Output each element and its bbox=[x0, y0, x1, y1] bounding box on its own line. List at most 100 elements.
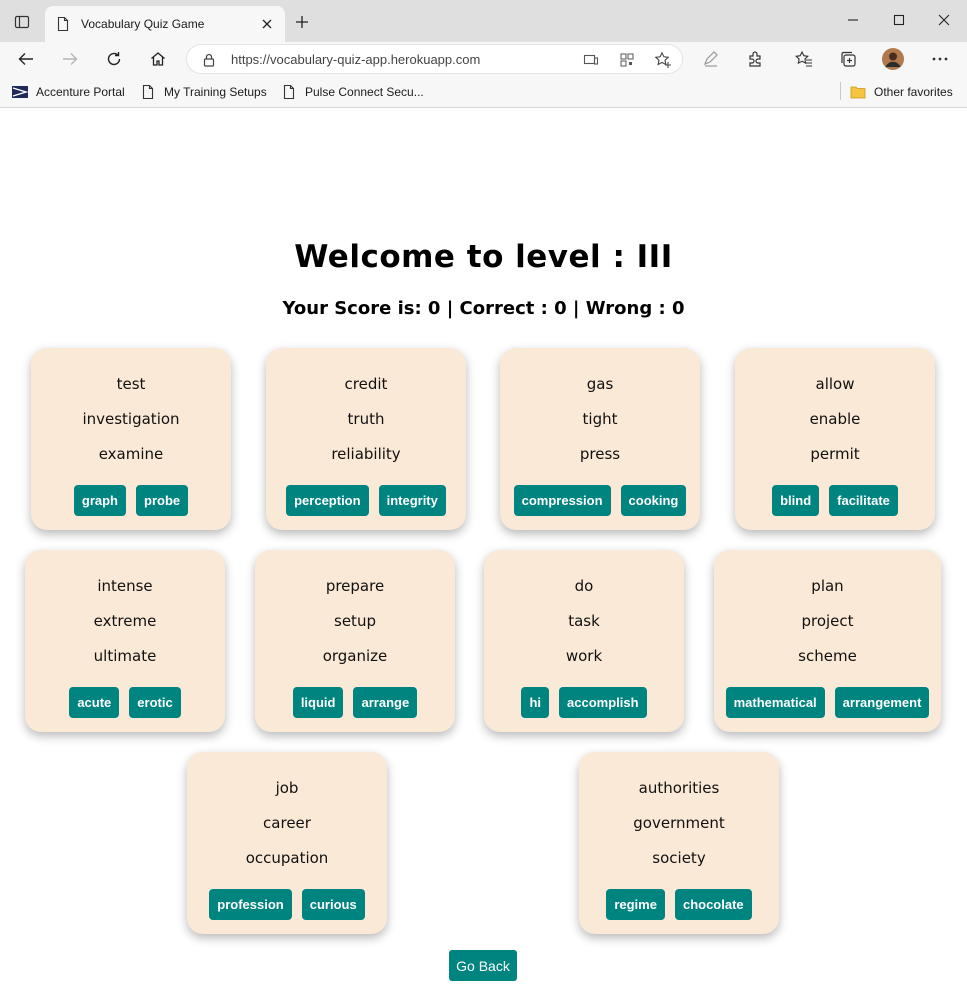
add-favorite-icon[interactable] bbox=[654, 51, 672, 69]
quiz-card: gas tight press compression cooking bbox=[500, 348, 700, 530]
answer-option-button[interactable]: chocolate bbox=[674, 889, 752, 920]
card-word: do bbox=[574, 577, 594, 595]
answer-option-button[interactable]: perception bbox=[286, 485, 369, 516]
tab-actions-icon[interactable] bbox=[8, 10, 36, 34]
pen-icon[interactable] bbox=[699, 47, 723, 71]
bookmark-my-training-setups[interactable]: My Training Setups bbox=[140, 83, 267, 101]
quiz-card: job career occupation profession curious bbox=[187, 752, 387, 934]
card-word: gas bbox=[586, 375, 614, 393]
extensions-icon[interactable] bbox=[743, 47, 767, 71]
card-options: liquid arrange bbox=[255, 687, 455, 718]
card-word: tight bbox=[582, 410, 618, 428]
answer-option-button[interactable]: probe bbox=[136, 485, 189, 516]
quiz-card: credit truth reliability perception integrit… bbox=[266, 348, 466, 530]
card-word: ultimate bbox=[93, 647, 157, 665]
bookmark-pulse-connect[interactable]: Pulse Connect Secu... bbox=[281, 83, 424, 101]
minimize-icon[interactable] bbox=[830, 8, 876, 32]
card-word: plan bbox=[811, 577, 844, 595]
card-options: graph probe bbox=[31, 485, 231, 516]
browser-tab[interactable]: Vocabulary Quiz Game bbox=[45, 6, 285, 42]
card-options: acute erotic bbox=[25, 687, 225, 718]
answer-option-button[interactable]: mathematical bbox=[725, 687, 825, 718]
quiz-card: prepare setup organize liquid arrange bbox=[255, 550, 455, 732]
card-word: task bbox=[568, 612, 600, 630]
page-icon bbox=[55, 16, 71, 32]
card-word: extreme bbox=[93, 612, 157, 630]
navigation-bar: https://vocabulary-quiz-app.herokuapp.co… bbox=[0, 42, 967, 76]
more-menu-icon[interactable] bbox=[928, 47, 952, 71]
card-word: occupation bbox=[245, 849, 329, 867]
card-word: examine bbox=[98, 445, 164, 463]
card-word: authorities bbox=[638, 779, 720, 797]
refresh-icon[interactable] bbox=[102, 47, 126, 71]
bookmark-label: Pulse Connect Secu... bbox=[305, 85, 424, 99]
forward-icon[interactable] bbox=[58, 47, 82, 71]
folder-icon bbox=[850, 84, 866, 100]
quiz-card: allow enable permit blind facilitate bbox=[735, 348, 935, 530]
bookmark-label: My Training Setups bbox=[164, 85, 267, 99]
card-options: compression cooking bbox=[500, 485, 700, 516]
read-aloud-icon[interactable] bbox=[582, 51, 600, 69]
card-word: reliability bbox=[331, 445, 401, 463]
card-word: press bbox=[579, 445, 621, 463]
answer-option-button[interactable]: compression bbox=[513, 485, 611, 516]
quiz-card: plan project scheme mathematical arrangement bbox=[714, 550, 941, 732]
page-icon bbox=[281, 84, 297, 100]
score-line: Your Score is: 0 | Correct : 0 | Wrong :… bbox=[282, 298, 685, 319]
answer-option-button[interactable]: curious bbox=[301, 889, 365, 920]
answer-option-button[interactable]: liquid bbox=[292, 687, 344, 718]
answer-option-button[interactable]: hi bbox=[521, 687, 550, 718]
collections-icon[interactable] bbox=[836, 47, 860, 71]
answer-option-button[interactable]: profession bbox=[209, 889, 292, 920]
quiz-card: authorities government society regime chocol… bbox=[579, 752, 779, 934]
card-word: permit bbox=[810, 445, 860, 463]
card-word: intense bbox=[97, 577, 153, 595]
answer-option-button[interactable]: graph bbox=[73, 485, 126, 516]
answer-option-button[interactable]: acute bbox=[69, 687, 120, 718]
lock-icon[interactable] bbox=[201, 52, 217, 68]
bookmark-accenture-portal[interactable]: Accenture Portal bbox=[12, 83, 125, 101]
url-text[interactable]: https://vocabulary-quiz-app.herokuapp.co… bbox=[231, 52, 480, 67]
answer-option-button[interactable]: arrange bbox=[353, 687, 418, 718]
answer-option-button[interactable]: erotic bbox=[129, 687, 181, 718]
card-word: enable bbox=[809, 410, 861, 428]
accenture-logo-icon bbox=[12, 84, 28, 100]
card-word: truth bbox=[347, 410, 385, 428]
home-icon[interactable] bbox=[146, 47, 170, 71]
answer-option-button[interactable]: accomplish bbox=[559, 687, 647, 718]
close-window-icon[interactable] bbox=[921, 8, 967, 32]
quiz-page: Welcome to level : III Your Score is: 0 … bbox=[0, 109, 967, 1008]
card-word: investigation bbox=[82, 410, 180, 428]
card-word: job bbox=[275, 779, 299, 797]
card-options: regime chocolate bbox=[579, 889, 779, 920]
go-back-button[interactable]: Go Back bbox=[449, 950, 517, 981]
answer-option-button[interactable]: arrangement bbox=[834, 687, 930, 718]
answer-option-button[interactable]: facilitate bbox=[829, 485, 898, 516]
tab-bar: Vocabulary Quiz Game bbox=[0, 0, 967, 42]
quiz-card: do task work hi accomplish bbox=[484, 550, 684, 732]
page-title: Welcome to level : III bbox=[294, 239, 673, 275]
card-options: perception integrity bbox=[266, 485, 466, 516]
bookmarks-divider bbox=[840, 82, 841, 100]
answer-option-button[interactable]: integrity bbox=[378, 485, 446, 516]
answer-option-button[interactable]: blind bbox=[772, 485, 820, 516]
page-icon bbox=[140, 84, 156, 100]
tab-title: Vocabulary Quiz Game bbox=[81, 17, 205, 31]
address-bar[interactable]: https://vocabulary-quiz-app.herokuapp.co… bbox=[186, 44, 683, 74]
new-tab-icon[interactable] bbox=[292, 12, 312, 32]
answer-option-button[interactable]: cooking bbox=[620, 485, 687, 516]
card-options: mathematical arrangement bbox=[714, 687, 941, 718]
answer-option-button[interactable]: regime bbox=[606, 889, 665, 920]
back-icon[interactable] bbox=[14, 47, 38, 71]
qr-code-icon[interactable] bbox=[618, 51, 636, 69]
close-tab-icon[interactable] bbox=[259, 16, 275, 32]
card-word: organize bbox=[322, 647, 388, 665]
bookmark-label: Other favorites bbox=[874, 85, 953, 99]
card-word: scheme bbox=[798, 647, 857, 665]
card-word: prepare bbox=[325, 577, 385, 595]
favorites-icon[interactable] bbox=[792, 47, 816, 71]
maximize-icon[interactable] bbox=[876, 8, 922, 32]
quiz-card: test investigation examine graph probe bbox=[31, 348, 231, 530]
bookmark-other-favorites[interactable]: Other favorites bbox=[850, 83, 953, 101]
avatar[interactable] bbox=[881, 47, 905, 71]
